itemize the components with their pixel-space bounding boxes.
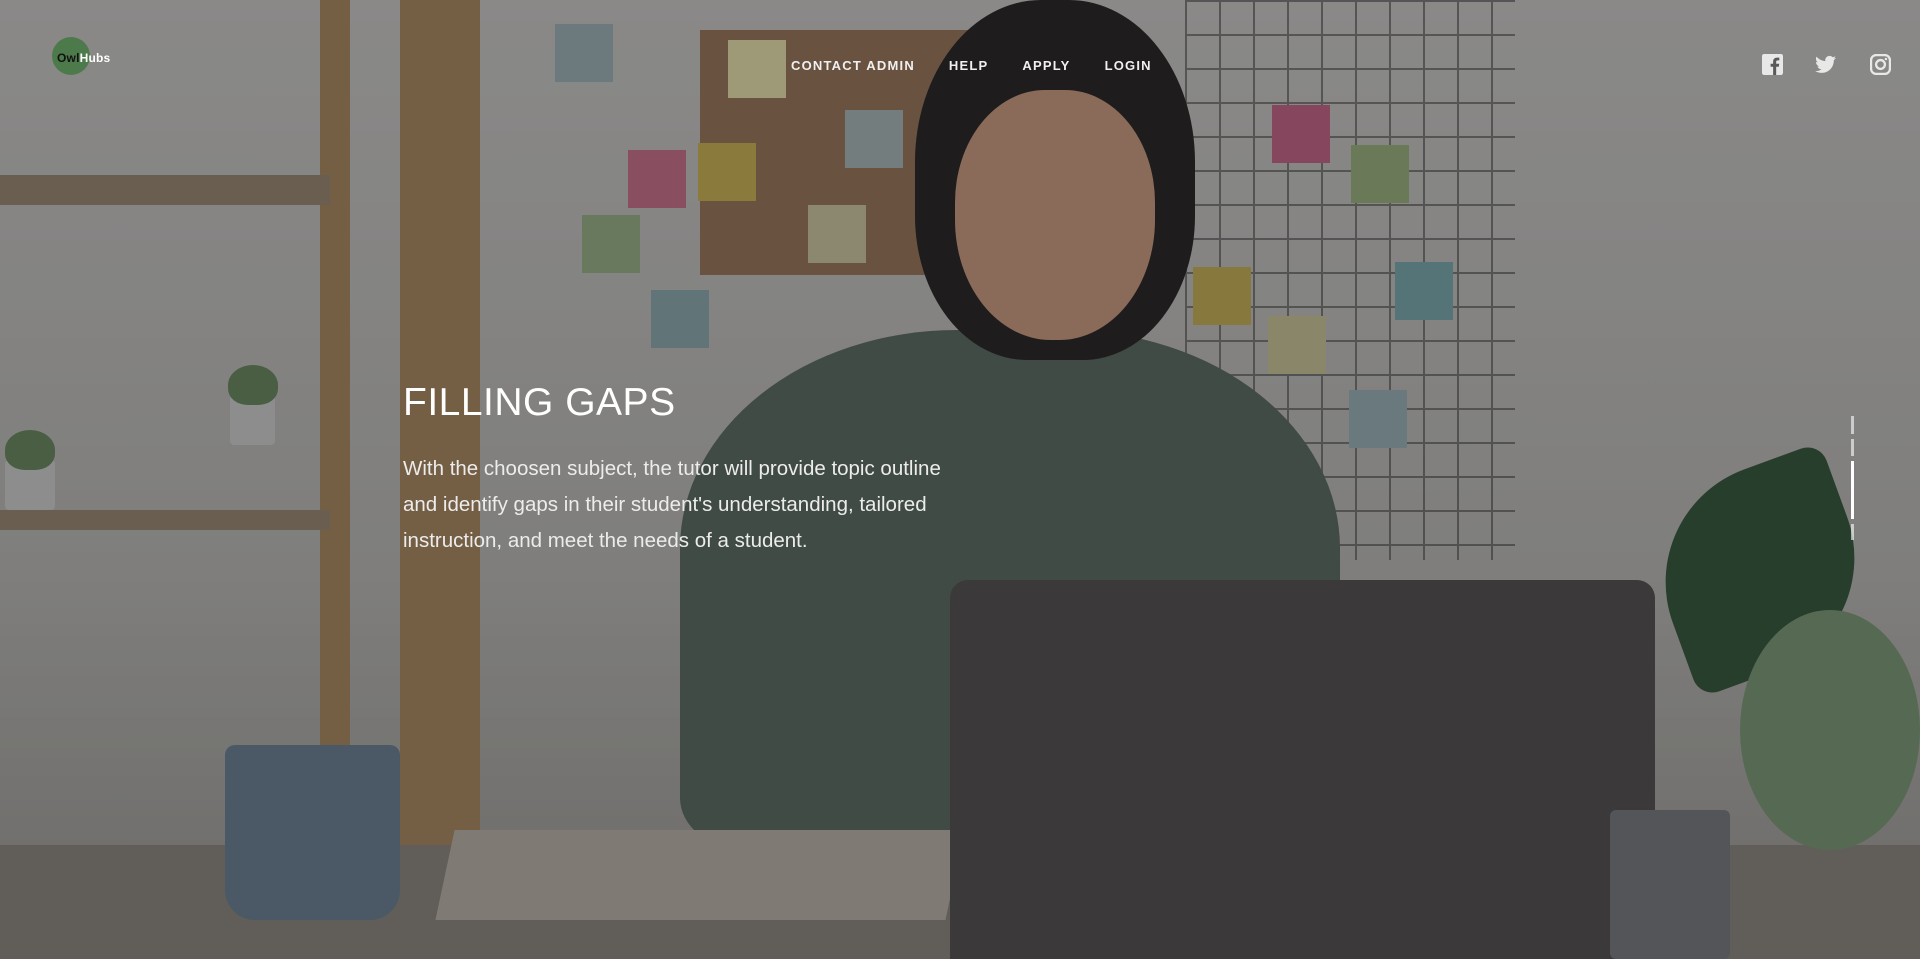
logo-text[interactable]: OwlHubs (57, 51, 110, 65)
nav-help[interactable]: HELP (949, 58, 988, 73)
nav-apply[interactable]: APPLY (1022, 58, 1070, 73)
slide-dot-3[interactable] (1851, 461, 1854, 519)
hero-title: FILLING GAPS (403, 381, 676, 424)
facebook-icon[interactable] (1762, 54, 1783, 75)
slide-dot-1[interactable] (1851, 416, 1854, 434)
nav-contact-admin[interactable]: CONTACT ADMIN (791, 58, 915, 73)
slide-indicator (1851, 416, 1854, 545)
main-nav: CONTACT ADMIN HELP APPLY LOGIN (791, 58, 1152, 73)
hero-section: OwlHubs CONTACT ADMIN HELP APPLY LOGIN F… (0, 0, 1920, 959)
hero-description: With the choosen subject, the tutor will… (403, 457, 941, 552)
instagram-icon[interactable] (1870, 54, 1891, 75)
nav-login[interactable]: LOGIN (1105, 58, 1152, 73)
slide-dot-2[interactable] (1851, 439, 1854, 456)
slide-dot-4[interactable] (1851, 524, 1854, 540)
twitter-icon[interactable] (1815, 54, 1836, 75)
logo-owl-text: Owl (57, 51, 80, 65)
logo-hubs-text: Hubs (79, 51, 111, 65)
